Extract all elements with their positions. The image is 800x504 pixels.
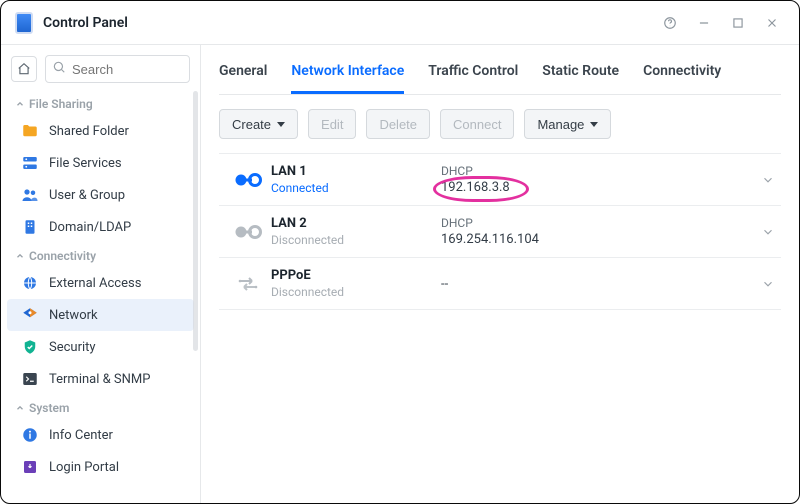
sidebar-item-external-access[interactable]: External Access: [7, 267, 194, 299]
caret-icon: [277, 122, 285, 127]
delete-button[interactable]: Delete: [366, 109, 430, 139]
interface-mode: DHCP: [441, 164, 745, 178]
sidebar-item-info-center[interactable]: Info Center: [7, 419, 194, 451]
window-title: Control Panel: [43, 15, 128, 31]
tab-general[interactable]: General: [219, 49, 267, 94]
interface-name: LAN 2: [271, 216, 441, 231]
sidebar-nav: File Sharing Shared Folder File Services Us…: [1, 91, 200, 503]
interface-ip: 192.168.3.8: [441, 180, 745, 195]
folder-icon: [21, 122, 39, 140]
tab-static-route[interactable]: Static Route: [542, 49, 619, 94]
terminal-icon: [21, 370, 39, 388]
minimize-button[interactable]: [691, 10, 717, 36]
interface-row[interactable]: PPPoE Disconnected --: [219, 258, 781, 310]
create-button[interactable]: Create: [219, 109, 298, 139]
sidebar-item-label: User & Group: [49, 188, 125, 203]
domain-icon: [21, 218, 39, 236]
app-icon: [15, 12, 33, 34]
search-input[interactable]: [45, 55, 190, 83]
sidebar-item-terminal-snmp[interactable]: Terminal & SNMP: [7, 363, 194, 395]
interface-ip: --: [441, 277, 745, 292]
tabs: General Network Interface Traffic Control S…: [219, 45, 781, 95]
sidebar-item-label: Domain/LDAP: [49, 220, 131, 235]
sidebar-scrollbar[interactable]: [193, 91, 198, 351]
interface-name: PPPoE: [271, 268, 441, 283]
sidebar-item-label: Shared Folder: [49, 124, 129, 139]
expand-toggle[interactable]: [745, 225, 775, 239]
main-panel: General Network Interface Traffic Control S…: [201, 45, 799, 503]
interface-row[interactable]: LAN 1 Connected DHCP 192.168.3.8: [219, 154, 781, 206]
titlebar: Control Panel: [1, 1, 799, 45]
portal-icon: [21, 458, 39, 476]
users-icon: [21, 186, 39, 204]
shield-icon: [21, 338, 39, 356]
sidebar-group-header[interactable]: System: [1, 395, 200, 419]
interface-status: Connected: [271, 181, 441, 195]
interface-icon: [225, 171, 271, 189]
manage-label: Manage: [537, 117, 584, 132]
sidebar-item-network[interactable]: Network: [7, 299, 194, 331]
sidebar-group-header[interactable]: File Sharing: [1, 91, 200, 115]
sidebar-item-label: File Services: [49, 156, 122, 171]
toolbar: Create Edit Delete Connect Manage: [219, 95, 781, 153]
globe-icon: [21, 274, 39, 292]
search-icon: [52, 60, 66, 78]
control-panel-window: Control Panel: [0, 0, 800, 504]
interface-list: LAN 1 Connected DHCP 192.168.3.8 LAN 2 D…: [219, 153, 781, 310]
interface-ip: 169.254.116.104: [441, 232, 745, 247]
caret-icon: [590, 122, 598, 127]
sidebar-item-user-group[interactable]: User & Group: [7, 179, 194, 211]
sidebar-item-domain-ldap[interactable]: Domain/LDAP: [7, 211, 194, 243]
sidebar-group-header[interactable]: Connectivity: [1, 243, 200, 267]
interface-icon: [225, 272, 271, 296]
edit-button[interactable]: Edit: [308, 109, 356, 139]
sidebar-item-label: Network: [49, 308, 98, 323]
tab-connectivity[interactable]: Connectivity: [643, 49, 721, 94]
sidebar-item-file-services[interactable]: File Services: [7, 147, 194, 179]
sidebar-item-label: Terminal & SNMP: [49, 372, 150, 387]
sidebar-item-security[interactable]: Security: [7, 331, 194, 363]
interface-icon: [225, 223, 271, 241]
sidebar-item-label: Security: [49, 340, 96, 355]
home-button[interactable]: [11, 56, 37, 82]
sidebar-item-login-portal[interactable]: Login Portal: [7, 451, 194, 483]
connect-button[interactable]: Connect: [440, 109, 514, 139]
sidebar-item-label: Info Center: [49, 428, 113, 443]
sidebar-item-label: External Access: [49, 276, 141, 291]
sidebar: File Sharing Shared Folder File Services Us…: [1, 45, 201, 503]
interface-row[interactable]: LAN 2 Disconnected DHCP 169.254.116.104: [219, 206, 781, 258]
sidebar-item-label: Login Portal: [49, 460, 119, 475]
interface-status: Disconnected: [271, 233, 441, 247]
maximize-button[interactable]: [725, 10, 751, 36]
close-button[interactable]: [759, 10, 785, 36]
expand-toggle[interactable]: [745, 173, 775, 187]
tab-network-interface[interactable]: Network Interface: [291, 49, 404, 94]
tab-traffic-control[interactable]: Traffic Control: [428, 49, 518, 94]
network-icon: [21, 306, 39, 324]
interface-name: LAN 1: [271, 164, 441, 179]
sidebar-item-shared-folder[interactable]: Shared Folder: [7, 115, 194, 147]
interface-mode: DHCP: [441, 216, 745, 230]
help-button[interactable]: [657, 10, 683, 36]
create-label: Create: [232, 117, 271, 132]
interface-status: Disconnected: [271, 285, 441, 299]
manage-button[interactable]: Manage: [524, 109, 611, 139]
expand-toggle[interactable]: [745, 277, 775, 291]
services-icon: [21, 154, 39, 172]
info-icon: [21, 426, 39, 444]
